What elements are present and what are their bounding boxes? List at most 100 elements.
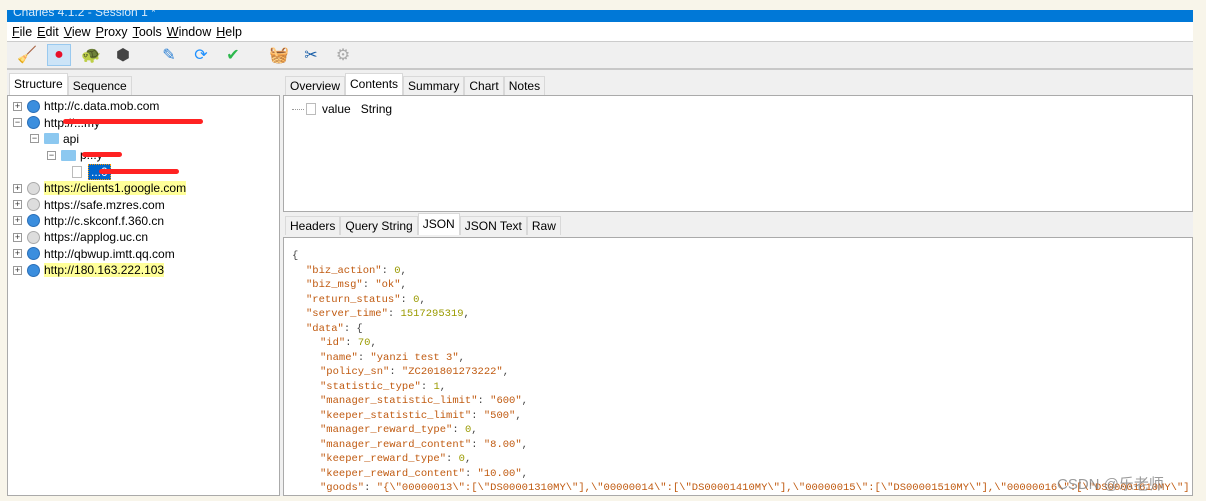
lock-globe-icon [27,230,40,244]
contents-node[interactable]: value String [292,101,1192,117]
repeat-button[interactable]: ⟳ [189,44,213,66]
breakpoint-icon: ⬢ [116,47,130,64]
detail-panel: Overview Contents Summary Chart Notes value … [283,72,1193,496]
tree-item[interactable]: −http://...my [8,114,279,130]
tab-query-string[interactable]: Query String [340,216,418,235]
tab-structure[interactable]: Structure [9,73,68,95]
json-value: "ZC201801273222" [401,366,503,378]
tree-label: api [63,131,80,146]
tab-contents[interactable]: Contents [345,73,404,95]
json-value: { [356,322,363,335]
broom-button[interactable]: 🧹 [15,44,39,66]
expand-icon[interactable]: + [13,232,22,242]
expand-icon[interactable]: + [13,249,22,259]
tab-chart[interactable]: Chart [464,76,504,95]
title-bar: Charles 4.1.2 - Session 1 * [7,10,1193,22]
collapse-icon[interactable]: − [30,134,39,144]
folder-icon [44,133,59,145]
lock-globe-icon [27,198,40,212]
json-brace: { [292,250,299,262]
tree-label: http://180.163.222.103 [44,263,165,278]
expand-icon[interactable]: + [13,216,22,226]
menu-window[interactable]: Window [167,25,211,39]
json-key: "biz_action" [306,264,382,277]
json-line: "keeper_reward_type": 0, [320,453,472,465]
menu-edit[interactable]: Edit [37,25,59,39]
json-key: "goods" [320,482,365,494]
tab-json[interactable]: JSON [417,213,460,235]
tree-item[interactable]: + http://180.163.222.103 [8,262,279,278]
record-icon: ● [54,46,64,63]
json-value: "ok" [375,279,401,291]
menu-help[interactable]: Help [216,25,242,39]
json-value: "8.00" [483,438,522,451]
tools-button[interactable]: ✂ [299,44,323,66]
json-key: "return_status" [306,293,401,306]
tree-item[interactable]: + https://clients1.google.com [8,180,279,196]
json-line: "manager_statistic_limit": "600", [320,395,528,407]
json-line: "manager_reward_content": "8.00", [320,438,528,451]
menu-view[interactable]: View [64,25,91,39]
tab-sequence[interactable]: Sequence [67,76,132,95]
record-button[interactable]: ● [47,44,71,66]
breakpoint-button[interactable]: ⬢ [111,44,135,66]
folder-icon [61,149,76,161]
node-type: String [360,102,393,117]
tree-label: http://c.data.mob.com [44,99,160,114]
validate-check-icon: ✔ [226,47,240,64]
expand-icon[interactable]: + [13,200,22,210]
top-tabs: Overview Contents Summary Chart Notes [283,72,1193,95]
tree-item[interactable]: + https://safe.mzres.com [8,196,279,212]
throttle-turtle-button[interactable]: 🐢 [79,44,103,66]
file-icon [72,165,82,178]
globe-icon [27,99,40,113]
tree-item[interactable]: ...0 [8,163,279,180]
watermark: CSDN @乐老师 [1057,476,1164,493]
json-key: "keeper_statistic_limit" [320,409,472,422]
menu-proxy[interactable]: Proxy [96,25,128,39]
json-line: "statistic_type": 1, [320,380,447,393]
throttle-turtle-icon: 🐢 [81,47,101,64]
tab-json-text[interactable]: JSON Text [459,216,527,235]
collapse-icon[interactable]: − [13,118,22,128]
json-key: "keeper_reward_content" [320,467,465,480]
globe-icon [27,263,40,277]
tree-item[interactable]: + http://c.skconf.f.360.cn [8,213,279,229]
tab-overview[interactable]: Overview [285,76,346,95]
tree-label: http://c.skconf.f.360.cn [44,213,165,228]
tab-summary[interactable]: Summary [403,76,465,95]
expand-icon[interactable]: + [13,101,22,111]
tree-label: https://clients1.google.com [44,181,187,196]
menu-tools[interactable]: Tools [133,25,162,39]
settings-gear-button[interactable]: ⚙ [331,44,355,66]
tab-raw[interactable]: Raw [526,216,561,235]
tree-label: http://qbwup.imtt.qq.com [44,246,175,261]
menu-file[interactable]: File [12,25,32,39]
tree-label: https://applog.uc.cn [44,230,149,245]
json-key: "server_time" [306,308,388,320]
tree-item[interactable]: + https://applog.uc.cn [8,229,279,245]
tree-item[interactable]: + http://c.data.mob.com [8,98,279,114]
compose-pen-button[interactable]: ✎ [157,44,181,66]
tree-item[interactable]: −p...y [8,147,279,163]
tree-item[interactable]: + http://qbwup.imtt.qq.com [8,246,279,262]
bottom-tabs: Headers Query String JSON JSON Text Raw [283,212,1193,235]
tab-headers[interactable]: Headers [285,216,341,235]
validate-check-button[interactable]: ✔ [221,44,245,66]
collapse-icon[interactable]: − [47,150,56,160]
tree-label: https://safe.mzres.com [44,197,165,212]
json-key: "biz_msg" [306,279,363,291]
repeat-icon: ⟳ [194,47,208,64]
expand-icon[interactable]: + [13,183,22,193]
tab-notes[interactable]: Notes [503,76,546,95]
basket-button[interactable]: 🧺 [267,44,291,66]
json-line: "biz_msg": "ok", [306,279,407,291]
json-line: "manager_reward_type": 0, [320,424,478,436]
json-line: "keeper_statistic_limit": "500", [320,409,522,422]
json-key: "keeper_reward_type" [320,453,447,465]
expand-icon[interactable]: + [13,265,22,275]
tree-item[interactable]: − api [8,131,279,147]
json-key: "manager_reward_content" [320,438,472,451]
json-value: "10.00" [477,467,522,480]
redaction-mark [99,168,179,174]
